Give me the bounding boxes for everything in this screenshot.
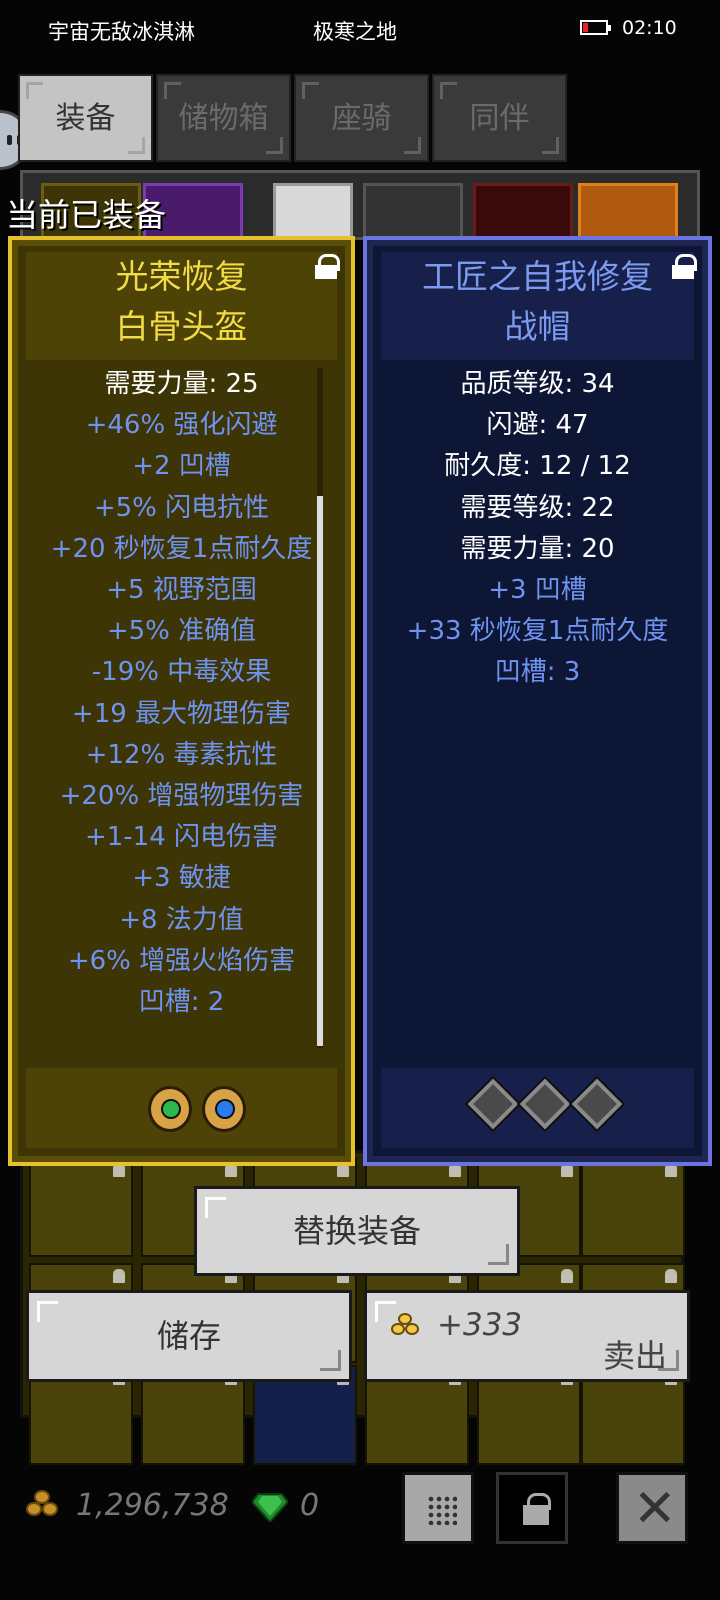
inventory-screen: 宇宙无敌冰淇淋 极寒之地 02:10 装备 储物箱 座骑 同伴 当前已装备 光荣…: [0, 0, 720, 1600]
stat-line: +12% 毒素抗性: [85, 739, 278, 770]
location-name: 极寒之地: [313, 20, 397, 44]
empty-socket-icon: [464, 1075, 522, 1133]
equipped-heading: 当前已装备: [6, 196, 167, 234]
item-stats: 需要力量: 25 +46% 强化闪避 +2 凹槽 +5% 闪电抗性 +20 秒恢复1点耐…: [26, 364, 337, 1023]
tab-equipment[interactable]: 装备: [18, 74, 153, 162]
stat-line: +2 凹槽: [132, 451, 231, 482]
replace-equipment-button[interactable]: 替换装备: [194, 1186, 520, 1276]
close-button[interactable]: ✕: [616, 1472, 688, 1544]
stats-scrollbar[interactable]: [317, 368, 323, 1048]
stat-line: 凹槽: 3: [494, 657, 581, 688]
bottom-bar: 1,296,738 0 ✕: [0, 1450, 720, 1560]
grid-icon: [427, 1495, 457, 1525]
stat-line: +20% 增强物理伤害: [59, 781, 304, 812]
clock: 02:10: [622, 17, 677, 39]
grid-view-button[interactable]: [402, 1472, 474, 1544]
stat-line: +1-14 闪电伤害: [84, 822, 279, 853]
item-sockets: [381, 1068, 694, 1148]
stat-line: +46% 强化闪避: [85, 410, 278, 441]
lock-icon[interactable]: [672, 254, 697, 279]
stat-line: 需要力量: 20: [460, 533, 615, 564]
stat-line: 凹槽: 2: [138, 987, 225, 1018]
gold-icon: [26, 1490, 66, 1520]
selected-item-panel: 光荣恢复 白骨头盔 需要力量: 25 +46% 强化闪避 +2 凹槽 +5% 闪电抗性…: [8, 236, 355, 1166]
stat-line: +3 凹槽: [488, 575, 587, 606]
blue-gem-icon: [202, 1086, 246, 1132]
inventory-slot[interactable]: [581, 1157, 685, 1257]
sell-label: 卖出: [602, 1337, 667, 1375]
empty-socket-icon: [516, 1075, 574, 1133]
lock-icon: [523, 1493, 551, 1527]
stat-line: +5% 准确值: [106, 616, 257, 647]
equipped-item-panel: 工匠之自我修复 战帽 品质等级: 34 闪避: 47 耐久度: 12 / 12 需要等…: [363, 236, 712, 1166]
stat-line: +19 最大物理伤害: [71, 698, 292, 729]
player-name: 宇宙无敌冰淇淋: [48, 20, 195, 44]
item-base: 白骨头盔: [115, 307, 248, 346]
lock-icon: [113, 1269, 125, 1283]
stat-line: -19% 中毒效果: [91, 657, 272, 688]
lock-icon[interactable]: [315, 254, 340, 279]
item-stats: 品质等级: 34 闪避: 47 耐久度: 12 / 12 需要等级: 22 需要力量: …: [381, 364, 694, 694]
item-name: 工匠之自我修复 战帽: [381, 252, 694, 360]
stat-line: +20 秒恢复1点耐久度: [50, 533, 313, 564]
lock-icon: [561, 1269, 573, 1283]
battery-icon: [580, 20, 611, 35]
empty-socket-icon: [568, 1075, 626, 1133]
tab-mount[interactable]: 座骑: [294, 74, 429, 162]
sell-price: +333: [437, 1307, 523, 1343]
stat-line: 品质等级: 34: [460, 369, 615, 399]
item-base: 战帽: [504, 307, 571, 346]
stat-line: 需要等级: 22: [460, 492, 615, 523]
inventory-slot[interactable]: [29, 1157, 133, 1257]
status-bar: 宇宙无敌冰淇淋 极寒之地 02:10: [0, 0, 720, 60]
item-affix: 光荣恢复: [115, 257, 248, 296]
stat-line: +6% 增强火焰伤害: [67, 945, 296, 976]
green-gem-icon: [148, 1086, 192, 1132]
stat-line: 需要力量: 25: [104, 369, 259, 399]
store-button[interactable]: 储存: [26, 1290, 352, 1382]
item-affix: 工匠之自我修复: [422, 257, 653, 296]
lock-toggle-button[interactable]: [496, 1472, 568, 1544]
tab-companion[interactable]: 同伴: [432, 74, 567, 162]
stat-line: 闪避: 47: [486, 410, 589, 441]
sell-button[interactable]: +333 卖出: [364, 1290, 690, 1382]
item-name: 光荣恢复 白骨头盔: [26, 252, 337, 360]
stat-line: +8 法力值: [119, 904, 244, 935]
gem-amount: 0: [300, 1488, 320, 1523]
lock-icon: [665, 1269, 677, 1283]
emerald-icon: [250, 1492, 290, 1524]
stat-line: +5 视野范围: [106, 575, 257, 606]
tab-storage[interactable]: 储物箱: [156, 74, 291, 162]
stat-line: +3 敏捷: [132, 863, 231, 894]
stat-line: +5% 闪电抗性: [93, 492, 270, 523]
stat-line: 耐久度: 12 / 12: [444, 451, 631, 482]
gold-amount: 1,296,738: [76, 1488, 229, 1523]
item-sockets: [26, 1068, 337, 1148]
stat-line: +33 秒恢复1点耐久度: [406, 616, 669, 647]
close-icon: ✕: [633, 1479, 677, 1539]
